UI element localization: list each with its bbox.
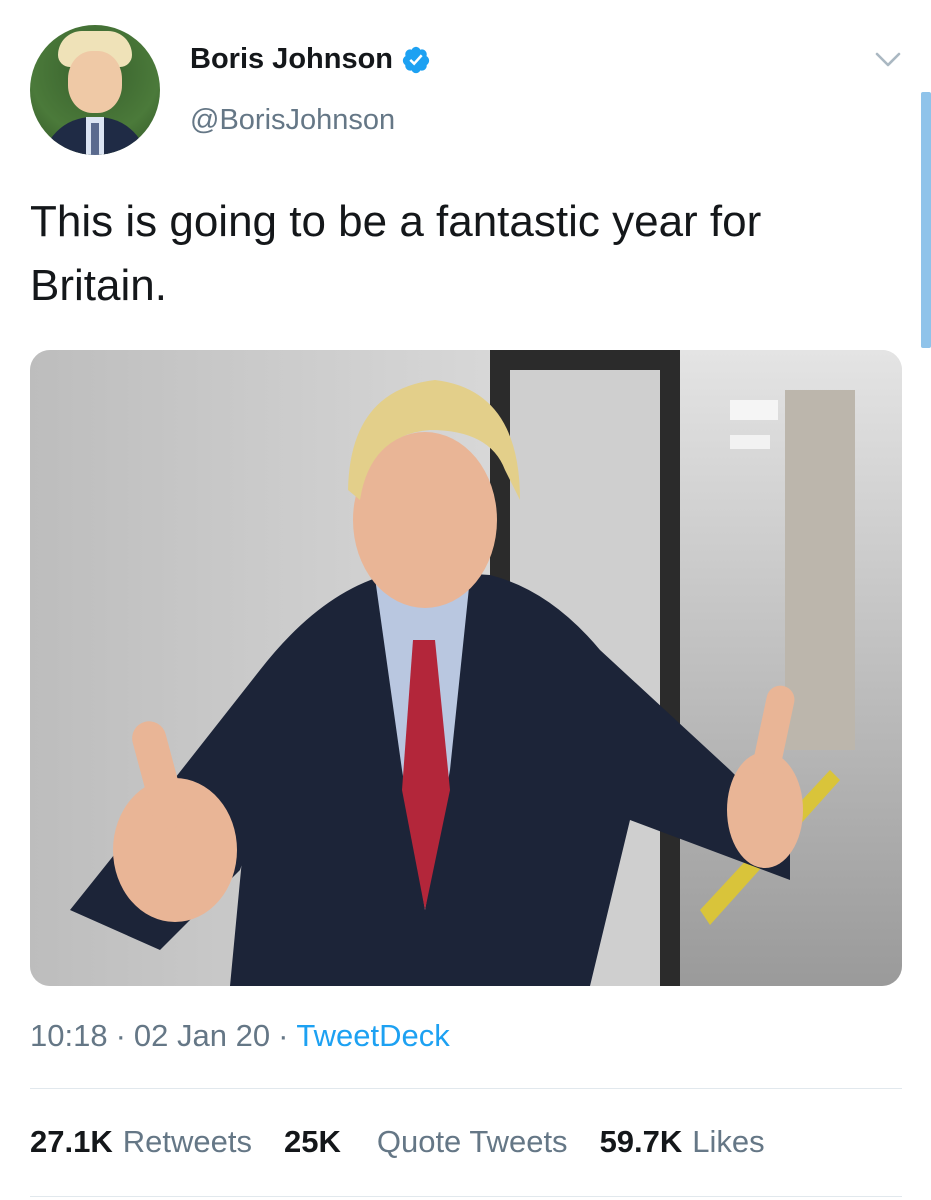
- likes-stat[interactable]: 59.7K Likes: [600, 1124, 765, 1160]
- likes-label: Likes: [692, 1124, 765, 1159]
- tweet-time[interactable]: 10:18: [30, 1018, 108, 1054]
- retweets-count: 27.1K: [30, 1124, 113, 1159]
- chevron-down-icon[interactable]: [873, 48, 903, 72]
- avatar-tie: [91, 123, 99, 155]
- avatar-face: [68, 51, 122, 113]
- divider: [30, 1196, 902, 1197]
- retweets-stat[interactable]: 27.1K Retweets: [30, 1124, 252, 1160]
- author-name-row[interactable]: Boris Johnson: [190, 43, 431, 76]
- avatar[interactable]: [30, 25, 160, 155]
- tweet-source-link[interactable]: TweetDeck: [296, 1018, 449, 1054]
- author-display-name[interactable]: Boris Johnson: [190, 43, 393, 76]
- divider: [30, 1088, 902, 1089]
- likes-count: 59.7K: [599, 1124, 683, 1159]
- tweet-card: Boris Johnson @BorisJohnson This is goin…: [0, 0, 931, 1200]
- scrollbar[interactable]: [921, 92, 931, 348]
- quote-tweets-stat[interactable]: 25K Quote Tweets: [284, 1124, 568, 1160]
- tweet-date[interactable]: 02 Jan 20: [134, 1018, 270, 1054]
- tweet-meta: 10:18 · 02 Jan 20 · TweetDeck: [30, 1018, 450, 1054]
- verified-badge-icon: [402, 46, 430, 73]
- tweet-photo[interactable]: [30, 350, 902, 986]
- meta-separator: ·: [278, 1018, 289, 1053]
- photo-illustration: [30, 350, 902, 986]
- retweets-label: Retweets: [122, 1124, 252, 1159]
- quote-tweets-count: 25K: [283, 1124, 341, 1159]
- tweet-stats: 27.1K Retweets 25K Quote Tweets 59.7K Li…: [30, 1124, 765, 1160]
- quote-tweets-label: Quote Tweets: [376, 1124, 568, 1159]
- author-handle[interactable]: @BorisJohnson: [190, 104, 395, 137]
- tweet-text: This is going to be a fantastic year for…: [30, 197, 762, 310]
- meta-separator: ·: [115, 1018, 126, 1053]
